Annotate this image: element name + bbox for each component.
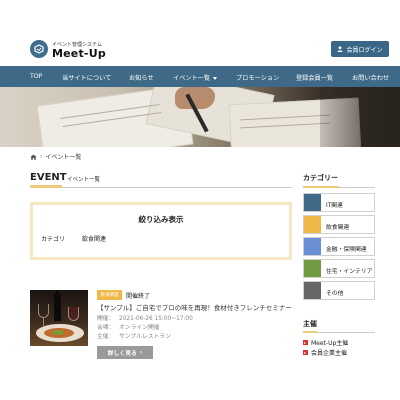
event-date-label: 開催：	[97, 316, 115, 322]
filter-category-value[interactable]: 飲食関連	[82, 234, 106, 243]
organizer-item-member[interactable]: 会員企業主催	[303, 348, 347, 357]
category-swatch	[304, 282, 321, 299]
category-label: 住宅・インテリア	[326, 269, 373, 275]
user-icon	[337, 46, 343, 52]
breadcrumb-current: イベント一覧	[45, 154, 82, 161]
category-label: 飲食関連	[326, 225, 350, 231]
category-swatch	[304, 194, 321, 211]
logo-icon[interactable]	[30, 40, 48, 58]
organizer-label: 会員企業主催	[311, 350, 348, 357]
category-item-housing[interactable]: 住宅・インテリア	[303, 259, 375, 278]
nav-item-events-label: イベント一覧	[173, 75, 211, 82]
details-button-label: 詳しく見る	[107, 351, 137, 357]
category-item-other[interactable]: その他	[303, 281, 375, 300]
nav-item-promotion[interactable]: プロモーション	[236, 73, 279, 82]
page-title: EVENT	[30, 172, 67, 183]
event-status: 開催終了	[126, 293, 151, 300]
nav-item-news[interactable]: お知らせ	[129, 73, 154, 82]
organizer-label: Meet-Up主催	[311, 340, 349, 347]
category-label: その他	[326, 291, 344, 297]
category-item-finance[interactable]: 金融・保険関連	[303, 237, 375, 256]
hero-image	[0, 87, 400, 147]
event-venue: 会場： オンライン開催	[97, 322, 160, 331]
event-thumbnail[interactable]	[30, 290, 88, 346]
event-host: 主催： サンプルレストラン	[97, 331, 171, 340]
category-badge: 飲食関連	[97, 290, 122, 300]
sidebar-accent	[303, 186, 339, 188]
breadcrumb: › イベント一覧	[30, 152, 81, 161]
details-button[interactable]: 詳しく見る ›	[97, 346, 153, 359]
heading-accent	[30, 185, 62, 188]
filter-panel: 絞り込み表示 カテゴリ 飲食関連	[30, 202, 292, 260]
category-label: 金融・保険関連	[326, 247, 367, 253]
event-title[interactable]: 【サンプル】ご自宅でプロの味を再現！食材付きフレンチセミナー	[97, 302, 292, 312]
filter-category-label: カテゴリ	[41, 236, 66, 243]
sidebar-organizer-heading: 主催	[303, 320, 317, 328]
nav-item-about[interactable]: 当サイトについて	[62, 73, 111, 82]
sidebar-accent	[303, 331, 317, 333]
breadcrumb-separator: ›	[40, 153, 43, 160]
category-swatch	[304, 216, 321, 233]
chevron-down-icon	[213, 76, 218, 80]
event-host-value: サンプルレストラン	[119, 334, 171, 340]
home-icon[interactable]	[30, 154, 37, 160]
main-nav: TOP 当サイトについて お知らせ イベント一覧 プロモーション 登録会員一覧 …	[0, 66, 400, 87]
filter-title: 絞り込み表示	[138, 215, 184, 224]
chevron-right-icon: ›	[139, 349, 143, 356]
arrow-right-icon	[303, 340, 308, 345]
organizer-item-meetup[interactable]: Meet-Up主催	[303, 338, 348, 347]
heading-divider	[30, 187, 292, 188]
member-login-button[interactable]: 会員ログイン	[331, 41, 389, 57]
nav-item-events[interactable]: イベント一覧	[173, 73, 218, 82]
category-swatch	[304, 260, 321, 277]
nav-item-members[interactable]: 登録会員一覧	[296, 73, 333, 82]
page-subtitle: イベント一覧	[67, 177, 101, 183]
site-header: イベント管理システム Meet-Up 会員ログイン	[0, 0, 400, 66]
nav-item-contact[interactable]: お問い合わせ	[352, 73, 389, 82]
event-venue-label: 会場：	[97, 325, 115, 331]
nav-item-top[interactable]: TOP	[30, 73, 42, 80]
sidebar-category-heading: カテゴリー	[303, 174, 338, 182]
arrow-right-icon	[303, 350, 308, 355]
category-item-food[interactable]: 飲食関連	[303, 215, 375, 234]
member-login-label: 会員ログイン	[346, 46, 383, 54]
category-label: IT関連	[326, 203, 343, 209]
event-host-label: 主催：	[97, 334, 115, 340]
event-date: 開催： 2021-06-26 15:00~17:00	[97, 313, 193, 322]
category-swatch	[304, 238, 321, 255]
category-item-it[interactable]: IT関連	[303, 193, 375, 212]
logo-title[interactable]: Meet-Up	[52, 47, 106, 60]
